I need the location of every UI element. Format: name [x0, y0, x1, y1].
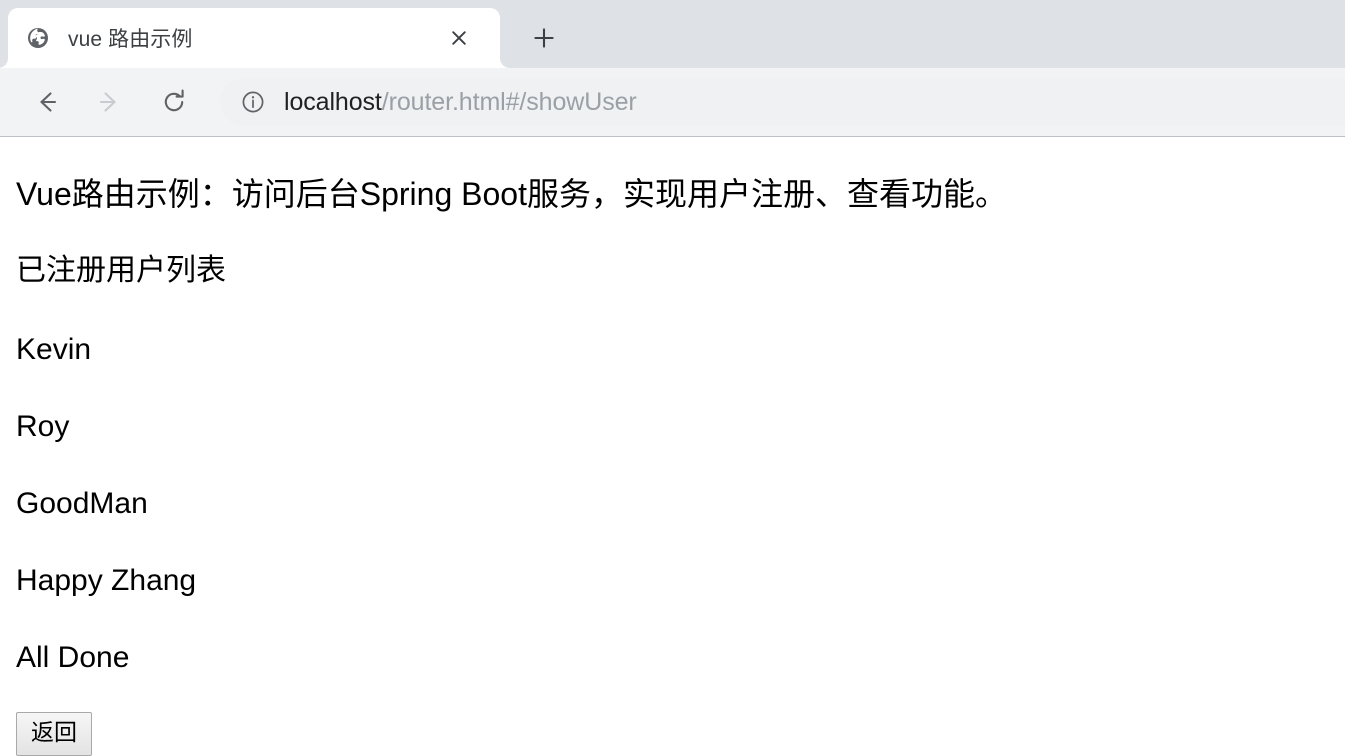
address-bar[interactable]: localhost/router.html#/showUser	[220, 78, 1345, 126]
browser-window: vue 路由示例 localhost/router.html#/showUser…	[0, 0, 1345, 756]
back-icon[interactable]	[22, 78, 70, 126]
globe-icon	[26, 26, 50, 50]
back-button[interactable]: 返回	[16, 712, 92, 756]
page-content: Vue路由示例：访问后台Spring Boot服务，实现用户注册、查看功能。 已…	[0, 137, 1345, 756]
address-bar-url: localhost/router.html#/showUser	[284, 88, 637, 117]
user-list: Kevin Roy GoodMan Happy Zhang All Done	[16, 289, 1345, 674]
new-tab-button[interactable]	[518, 12, 570, 64]
page-title: Vue路由示例：访问后台Spring Boot服务，实现用户注册、查看功能。	[16, 176, 1007, 212]
list-item: GoodMan	[16, 487, 148, 521]
tab-title: vue 路由示例	[68, 28, 193, 51]
list-item: Roy	[16, 410, 70, 444]
close-icon[interactable]	[444, 23, 474, 53]
user-list-heading: 已注册用户列表	[16, 254, 226, 288]
list-item: All Done	[16, 641, 130, 675]
browser-tab[interactable]: vue 路由示例	[0, 8, 510, 68]
url-path: /router.html#/showUser	[381, 87, 637, 116]
forward-icon	[86, 78, 134, 126]
list-item: Happy Zhang	[16, 564, 197, 598]
reload-icon[interactable]	[150, 78, 198, 126]
button-row: 返回	[16, 674, 1345, 756]
browser-toolbar: localhost/router.html#/showUser	[0, 68, 1345, 137]
tab-strip: vue 路由示例	[0, 0, 1345, 68]
list-item: Kevin	[16, 333, 92, 367]
url-host: localhost	[284, 87, 382, 116]
info-circle-icon[interactable]	[240, 89, 266, 115]
